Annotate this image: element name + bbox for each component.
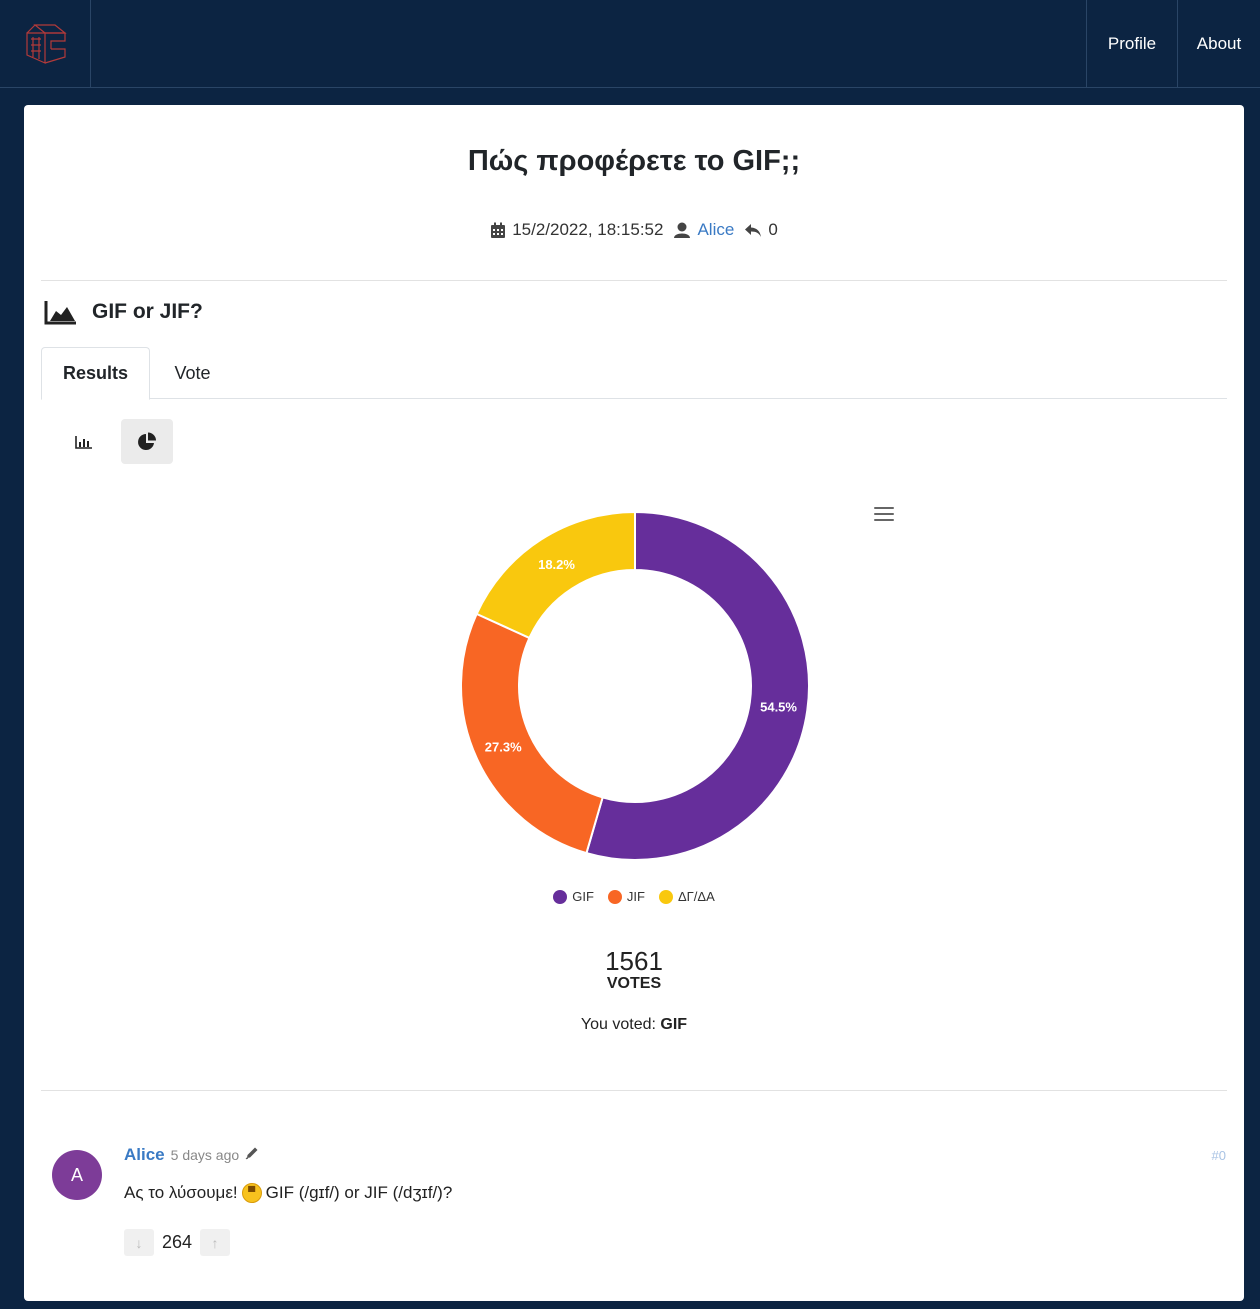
- avatar-letter: A: [70, 1164, 83, 1185]
- nav-about-link[interactable]: About: [1177, 0, 1260, 87]
- donut-data-label: 27.3%: [485, 739, 522, 754]
- legend-dot: [607, 889, 622, 904]
- edit-button[interactable]: [245, 1146, 259, 1165]
- grinning-emoji-icon: ▀: [241, 1183, 262, 1203]
- total-votes: 1561: [605, 946, 663, 976]
- comment-number-link[interactable]: #0: [1212, 1148, 1226, 1163]
- votes-label: VOTES: [606, 975, 662, 992]
- comment-text-end: GIF (/ɡɪf/) or JIF (/dʒɪf/)?: [265, 1183, 453, 1202]
- post-meta: 15/2/2022, 18:15:52 Alice 0: [24, 220, 1244, 240]
- poll-tabs: Results Vote: [41, 347, 1227, 400]
- legend-dot: [553, 889, 568, 904]
- post-author-link[interactable]: Alice: [697, 220, 734, 240]
- nav-about-label: About: [1196, 33, 1242, 53]
- reply-icon: [745, 223, 762, 237]
- comment-header: Alice 5 days ago: [124, 1145, 259, 1165]
- donut-data-label: 54.5%: [760, 699, 797, 714]
- comment-text-start: Ας το λύσουμε!: [124, 1183, 238, 1202]
- chart-menu-button[interactable]: [874, 507, 894, 523]
- tab-results-label: Results: [62, 363, 129, 383]
- post-date: 15/2/2022, 18:15:52: [512, 220, 664, 239]
- donut-slice-2[interactable]: [460, 612, 604, 855]
- legend-label: JIF: [626, 889, 645, 904]
- post-title: Πώς προφέρετε το GIF;;: [467, 145, 801, 177]
- comment-score: 264: [162, 1232, 193, 1252]
- comment-time: 5 days ago: [170, 1147, 240, 1163]
- nav-profile-label: Profile: [1107, 33, 1157, 53]
- you-voted-value: GIF: [660, 1016, 688, 1033]
- legend-item-dgda[interactable]: ΔΓ/ΔΑ: [658, 889, 715, 904]
- upvote-button[interactable]: ↑: [200, 1229, 231, 1256]
- legend-label: GIF: [572, 889, 594, 904]
- legend-item-jif[interactable]: JIF: [607, 889, 645, 904]
- area-chart-icon: [44, 301, 76, 325]
- site-logo[interactable]: [0, 0, 91, 87]
- divider: [41, 1090, 1227, 1091]
- arrow-up-icon: ↑: [211, 1234, 219, 1251]
- user-icon: [674, 222, 691, 238]
- menu-icon-line: [874, 507, 894, 509]
- legend-dot: [658, 889, 673, 904]
- arrow-down-icon: ↓: [135, 1234, 143, 1251]
- comment-text: Ας το λύσουμε! ▀ GIF (/ɡɪf/) or JIF (/dʒ…: [124, 1183, 452, 1203]
- post-card: Πώς προφέρετε το GIF;; 15/2/2022, 18:15:…: [24, 105, 1244, 1301]
- poll-title: GIF or JIF?: [92, 300, 203, 323]
- downvote-button[interactable]: ↓: [124, 1229, 154, 1256]
- legend-label: ΔΓ/ΔΑ: [677, 889, 715, 904]
- tab-vote[interactable]: Vote: [150, 347, 235, 399]
- comment-author-link[interactable]: Alice: [124, 1145, 165, 1165]
- donut-slice-3[interactable]: [475, 510, 636, 640]
- top-navbar: Profile About: [0, 0, 1260, 88]
- you-voted-label: You voted:: [580, 1016, 656, 1033]
- nav-profile-link[interactable]: Profile: [1086, 0, 1177, 87]
- poll-header: GIF or JIF?: [44, 299, 203, 325]
- donut-data-label: 18.2%: [538, 557, 575, 572]
- legend-item-gif[interactable]: GIF: [553, 889, 594, 904]
- comment-vote-controls: ↓ 264 ↑: [124, 1229, 231, 1256]
- menu-icon-line: [874, 513, 894, 515]
- menu-icon-line: [874, 519, 894, 521]
- reply-count: 0: [768, 220, 778, 239]
- donut-chart: 54.5% 27.3% 18.2%: [460, 510, 810, 861]
- calendar-icon: [491, 222, 506, 238]
- site-logo-icon: [26, 23, 67, 64]
- tab-results[interactable]: Results: [41, 347, 150, 400]
- bar-chart-icon: [75, 435, 92, 449]
- pie-chart-icon: [138, 432, 156, 450]
- you-voted: You voted: GIF: [24, 1016, 1244, 1034]
- pie-view-button[interactable]: [121, 419, 173, 464]
- bar-view-button[interactable]: [58, 419, 110, 464]
- divider: [41, 280, 1227, 281]
- chart-legend: GIF JIF ΔΓ/ΔΑ: [24, 889, 1244, 904]
- avatar[interactable]: A: [52, 1150, 102, 1200]
- tab-vote-label: Vote: [174, 362, 211, 383]
- pencil-icon: [245, 1147, 258, 1160]
